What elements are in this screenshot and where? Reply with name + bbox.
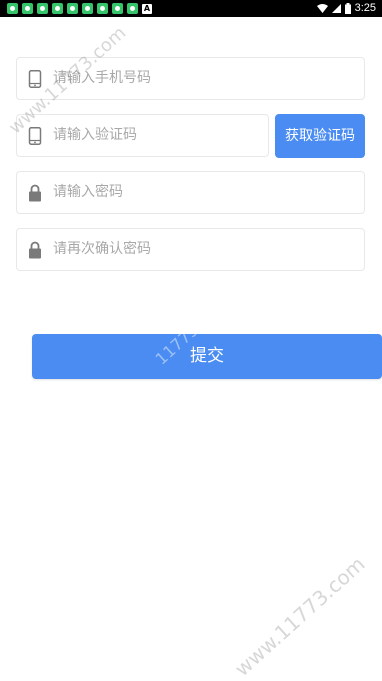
notification-icons: A bbox=[7, 3, 152, 14]
phone-icon bbox=[28, 127, 42, 145]
status-time: 3:25 bbox=[354, 2, 376, 14]
lock-icon bbox=[29, 184, 41, 202]
app-notification-icon bbox=[52, 3, 63, 14]
app-notification-icon bbox=[82, 3, 93, 14]
a-notification-icon: A bbox=[142, 3, 152, 14]
password-placeholder: 请输入密码 bbox=[53, 184, 123, 200]
app-notification-icon bbox=[67, 3, 78, 14]
app-notification-icon bbox=[22, 3, 33, 14]
system-icons: 3:25 bbox=[316, 2, 376, 15]
code-placeholder: 请输入验证码 bbox=[53, 127, 137, 143]
battery-icon bbox=[344, 3, 351, 14]
app-notification-icon bbox=[37, 3, 48, 14]
confirm-password-field[interactable]: 请再次确认密码 bbox=[16, 228, 365, 271]
wifi-icon bbox=[316, 4, 328, 13]
submit-button[interactable]: 提交 bbox=[32, 334, 382, 379]
app-notification-icon bbox=[7, 3, 18, 14]
code-field[interactable]: 请输入验证码 bbox=[16, 114, 269, 157]
signal-icon bbox=[331, 4, 341, 13]
app-notification-icon bbox=[112, 3, 123, 14]
password-field[interactable]: 请输入密码 bbox=[16, 171, 365, 214]
phone-placeholder: 请输入手机号码 bbox=[53, 70, 151, 86]
phone-icon bbox=[28, 70, 42, 88]
phone-field[interactable]: 请输入手机号码 bbox=[16, 57, 365, 100]
get-code-button[interactable]: 获取验证码 bbox=[275, 114, 365, 158]
confirm-password-placeholder: 请再次确认密码 bbox=[53, 241, 151, 257]
watermark: www.11773.com bbox=[229, 551, 370, 681]
status-bar: A 3:25 bbox=[0, 0, 382, 17]
app-notification-icon bbox=[97, 3, 108, 14]
lock-icon bbox=[29, 241, 41, 259]
app-notification-icon bbox=[127, 3, 138, 14]
